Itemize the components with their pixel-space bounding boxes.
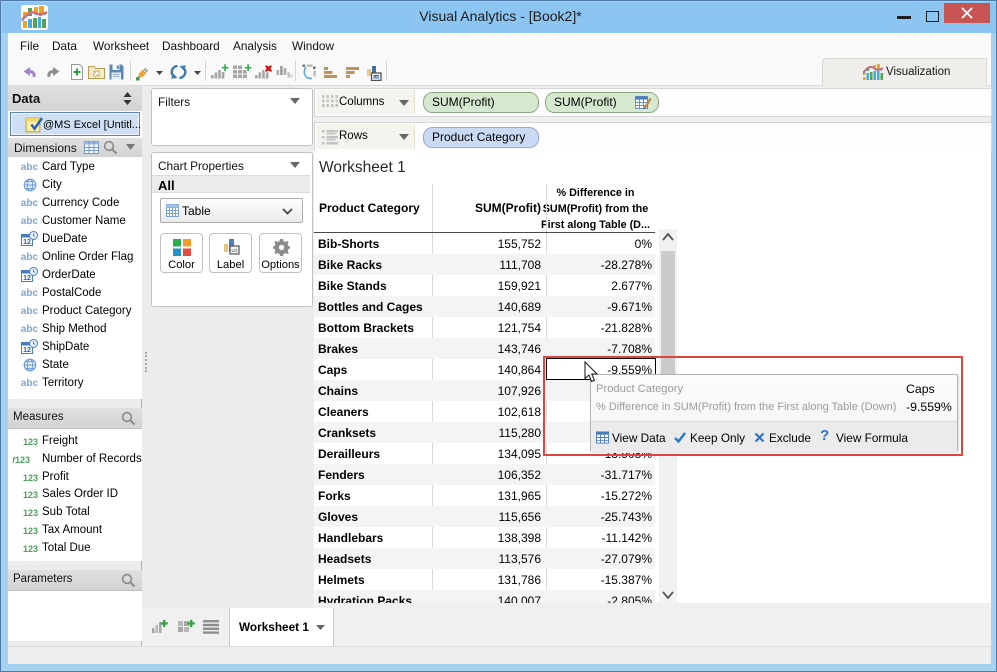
svg-text:12: 12 (23, 275, 31, 282)
svg-text:LO: LO (231, 248, 238, 253)
svg-text:12: 12 (23, 347, 31, 354)
svg-text:12: 12 (23, 239, 31, 246)
svg-text:LO: LO (374, 75, 379, 79)
